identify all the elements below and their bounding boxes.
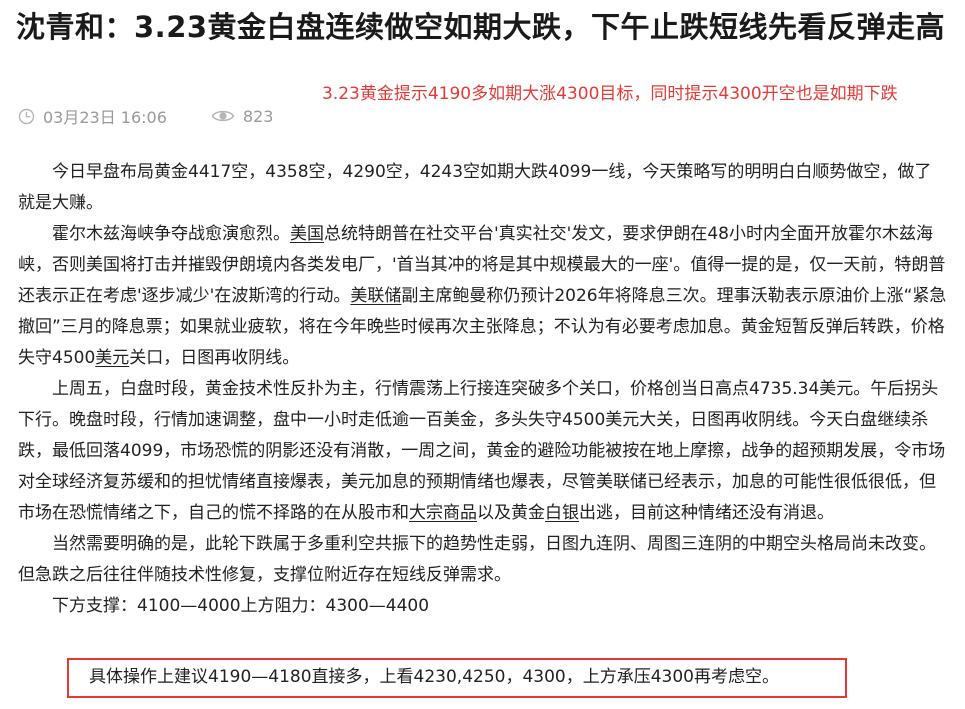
article-body: 今日早盘布局黄金4417空，4358空，4290空，4243空如期大跌4099一… <box>18 157 947 622</box>
eye-icon <box>211 108 235 124</box>
paragraph-2: 霍尔木兹海峡争夺战愈演愈烈。美国总统特朗普在社交平台'真实社交'发文，要求伊朗在… <box>18 219 947 374</box>
article-title: 沈青和：3.23黄金白盘连续做空如期大跌，下午止跌短线先看反弹走高 <box>16 10 946 44</box>
link-usd[interactable]: 美元 <box>95 348 129 368</box>
link-silver[interactable]: 白银 <box>545 503 579 523</box>
link-usa[interactable]: 美国 <box>290 224 324 244</box>
operation-advice: 具体操作上建议4190—4180直接多，上看4230,4250，4300，上方承… <box>89 667 779 687</box>
red-annotation-note: 3.23黄金提示4190多如期大涨4300目标，同时提示4300开空也是如期下跌 <box>322 84 898 104</box>
paragraph-4: 当然需要明确的是，此轮下跌属于多重利空共振下的趋势性走弱，日图九连阴、周图三连阴… <box>18 534 936 585</box>
link-commodities[interactable]: 大宗商品 <box>409 503 477 523</box>
paragraph-2-text-1: 霍尔木兹海峡争夺战愈演愈烈。 <box>52 224 290 244</box>
publish-date: 03月23日 16:06 <box>43 108 167 127</box>
paragraph-3-text-3: 出逃，目前这种情绪还没有消退。 <box>579 503 834 523</box>
paragraph-3-text-2: 以及黄金 <box>477 503 545 523</box>
support-resistance-line: 下方支撑：4100—4000上方阻力：4300—4400 <box>52 596 430 616</box>
article-meta: 03月23日 16:06 823 <box>18 102 273 130</box>
paragraph-1: 今日早盘布局黄金4417空，4358空，4290空，4243空如期大跌4099一… <box>18 162 932 213</box>
clock-icon <box>18 108 35 125</box>
paragraph-2-text-4: 关口，日图再收阴线。 <box>129 348 300 368</box>
paragraph-3: 上周五，白盘时段，黄金技术性反扑为主，行情震荡上行接连突破多个关口，价格创当日高… <box>18 374 947 529</box>
paragraph-3-text-1: 上周五，白盘时段，黄金技术性反扑为主，行情震荡上行接连突破多个关口，价格创当日高… <box>18 379 946 523</box>
link-fed[interactable]: 美联储 <box>350 286 401 306</box>
view-count: 823 <box>242 106 274 126</box>
